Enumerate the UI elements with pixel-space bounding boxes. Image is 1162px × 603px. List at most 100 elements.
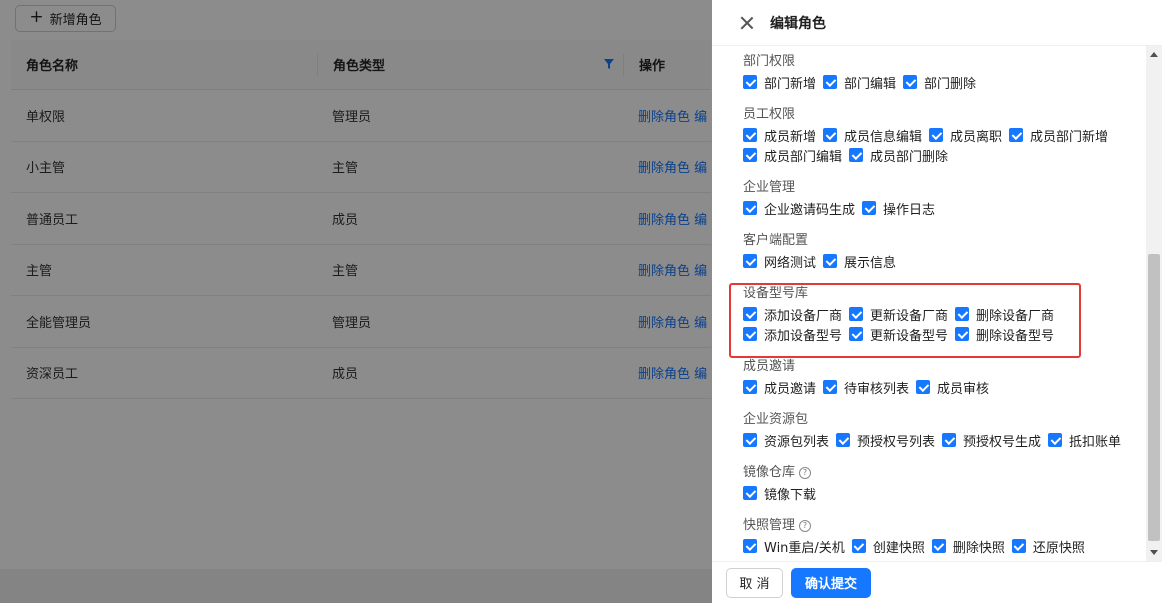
checkbox-line: 镜像下载 [743, 483, 823, 503]
permission-checkbox[interactable]: 企业邀请码生成 [743, 199, 855, 218]
checkbox-label: 预授权号生成 [963, 434, 1042, 450]
checkbox-line: Win重启/关机 创建快照 删除快照 还原快照 [743, 536, 1092, 556]
permission-checkbox[interactable]: 部门新增 [743, 73, 816, 92]
checkbox-checked-icon[interactable] [823, 75, 838, 89]
permission-checkbox[interactable]: 镜像下载 [743, 484, 816, 503]
checkbox-checked-icon[interactable] [942, 433, 957, 447]
drawer-mask[interactable] [0, 0, 712, 603]
permission-checkbox[interactable]: 成员离职 [929, 126, 1002, 145]
group-title-label: 成员邀请 [743, 359, 796, 374]
checkbox-label: 镜像下载 [764, 487, 817, 503]
permission-checkbox[interactable]: 成员部门编辑 [743, 146, 842, 165]
checkbox-checked-icon[interactable] [823, 380, 838, 394]
scroll-down-arrow-icon[interactable] [1150, 550, 1158, 555]
permission-group: 部门权限部门新增 部门编辑 部门删除 [743, 52, 983, 92]
checkbox-checked-icon[interactable] [1011, 539, 1026, 553]
checkbox-label: 成员信息编辑 [844, 129, 923, 145]
permission-checkbox[interactable]: 资源包列表 [743, 431, 829, 450]
checkbox-checked-icon[interactable] [743, 201, 757, 215]
checkbox-label: 部门删除 [924, 76, 977, 92]
checkbox-checked-icon[interactable] [1009, 128, 1024, 142]
checkbox-checked-icon[interactable] [743, 486, 757, 500]
permission-group: 企业管理企业邀请码生成 操作日志 [743, 178, 942, 218]
checkbox-label: 成员审核 [937, 381, 990, 397]
checkbox-checked-icon[interactable] [931, 539, 946, 553]
group-title-label: 企业管理 [743, 180, 796, 195]
checkbox-checked-icon[interactable] [823, 254, 838, 268]
group-title-label: 快照管理 [743, 518, 796, 533]
checkbox-line: 部门新增 部门编辑 部门删除 [743, 72, 983, 92]
submit-button[interactable]: 确认提交 [791, 567, 871, 598]
scroll-up-arrow-icon[interactable] [1150, 52, 1158, 57]
checkbox-label: 企业邀请码生成 [764, 202, 856, 218]
checkbox-checked-icon[interactable] [851, 539, 866, 553]
checkbox-label: 删除快照 [952, 540, 1005, 556]
permission-checkbox[interactable]: 部门编辑 [823, 73, 896, 92]
group-title-label: 客户端配置 [743, 233, 809, 248]
checkbox-checked-icon[interactable] [743, 148, 757, 162]
permission-group: 成员邀请 成员邀请 待审核列表 成员审核 [743, 357, 996, 397]
checkbox-label: 部门新增 [764, 76, 817, 92]
permission-checkbox[interactable]: 部门删除 [903, 73, 976, 92]
permission-checkbox[interactable]: Win重启/关机 [743, 537, 845, 556]
permission-checkbox[interactable]: 成员审核 [916, 378, 989, 397]
scrollbar[interactable] [1146, 46, 1162, 561]
group-title-label: 员工权限 [743, 107, 796, 122]
checkbox-checked-icon[interactable] [743, 539, 757, 553]
permission-checkbox[interactable]: 预授权号列表 [836, 431, 935, 450]
checkbox-checked-icon[interactable] [1048, 433, 1063, 447]
checkbox-checked-icon[interactable] [862, 201, 877, 215]
permission-checkbox[interactable]: 展示信息 [823, 252, 896, 271]
checkbox-checked-icon[interactable] [743, 128, 757, 142]
group-title-label: 部门权限 [743, 54, 796, 69]
checkbox-checked-icon[interactable] [916, 380, 931, 394]
permission-checkbox[interactable]: 抵扣账单 [1048, 431, 1121, 450]
checkbox-line: 网络测试 展示信息 [743, 251, 903, 271]
permission-checkbox[interactable]: 成员邀请 [743, 378, 816, 397]
group-title: 企业资源包 [743, 410, 1128, 430]
close-icon[interactable] [740, 16, 754, 30]
help-icon[interactable]: ? [799, 467, 812, 479]
checkbox-line: 成员邀请 待审核列表 成员审核 [743, 377, 996, 397]
cancel-button[interactable]: 取 消 [726, 567, 783, 598]
drawer-title: 编辑角色 [770, 15, 826, 32]
permission-checkbox[interactable]: 待审核列表 [823, 378, 909, 397]
checkbox-label: 操作日志 [883, 202, 936, 218]
group-title: 镜像仓库? [743, 463, 823, 483]
checkbox-label: 成员部门删除 [870, 149, 949, 165]
group-title-label: 镜像仓库 [743, 465, 796, 480]
checkbox-checked-icon[interactable] [849, 148, 864, 162]
permission-checkbox[interactable]: 还原快照 [1011, 537, 1085, 556]
permission-checkbox[interactable]: 成员新增 [743, 126, 816, 145]
checkbox-checked-icon[interactable] [743, 254, 757, 268]
group-title: 成员邀请 [743, 357, 996, 377]
checkbox-line: 成员新增 成员信息编辑 成员离职 成员部门新增 [743, 125, 1115, 145]
permission-checkbox[interactable]: 成员信息编辑 [823, 126, 922, 145]
checkbox-label: 网络测试 [764, 255, 817, 271]
help-icon[interactable]: ? [799, 520, 812, 532]
checkbox-label: Win重启/关机 [764, 540, 845, 556]
permission-group: 快照管理? Win重启/关机 创建快照 删除快照 还原快照 [743, 516, 1092, 556]
scroll-thumb[interactable] [1148, 254, 1160, 541]
permission-checkbox[interactable]: 删除快照 [931, 537, 1005, 556]
permission-group: 客户端配置网络测试 展示信息 [743, 231, 903, 271]
checkbox-label: 成员邀请 [764, 381, 817, 397]
checkbox-checked-icon[interactable] [903, 75, 918, 89]
group-title: 客户端配置 [743, 231, 903, 251]
checkbox-label: 成员离职 [950, 129, 1003, 145]
checkbox-checked-icon[interactable] [743, 433, 757, 447]
drawer-header: 编辑角色 [712, 0, 1162, 46]
permission-checkbox[interactable]: 预授权号生成 [942, 431, 1041, 450]
permission-checkbox[interactable]: 成员部门新增 [1009, 126, 1108, 145]
permission-checkbox[interactable]: 创建快照 [851, 537, 925, 556]
permission-checkbox[interactable]: 操作日志 [862, 199, 935, 218]
checkbox-line: 资源包列表 预授权号列表 预授权号生成 抵扣账单 [743, 430, 1128, 450]
permission-checkbox[interactable]: 网络测试 [743, 252, 816, 271]
checkbox-checked-icon[interactable] [836, 433, 851, 447]
checkbox-checked-icon[interactable] [743, 75, 757, 89]
permission-checkbox[interactable]: 成员部门删除 [849, 146, 948, 165]
checkbox-checked-icon[interactable] [929, 128, 944, 142]
checkbox-checked-icon[interactable] [823, 128, 838, 142]
checkbox-line: 企业邀请码生成 操作日志 [743, 198, 942, 218]
checkbox-checked-icon[interactable] [743, 380, 757, 394]
